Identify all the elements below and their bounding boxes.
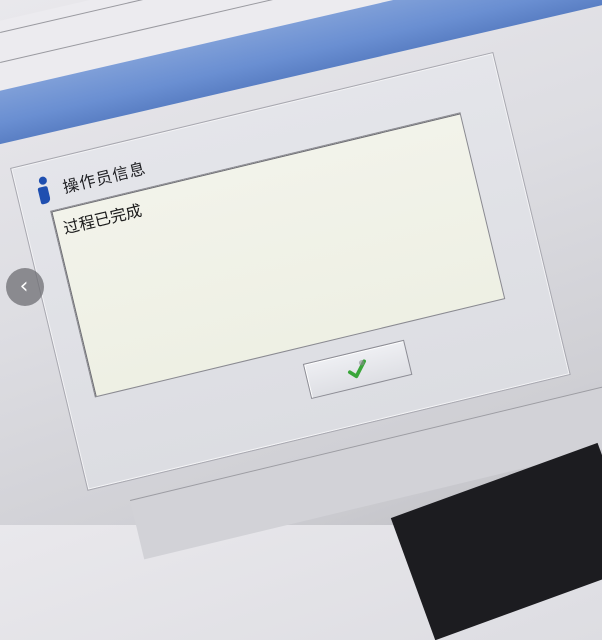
previous-image-button[interactable]: ‹: [6, 268, 44, 306]
ok-button[interactable]: [302, 339, 413, 400]
chevron-left-icon: ‹: [19, 274, 29, 299]
check-icon: [347, 359, 366, 379]
message-box: 过程已完成: [50, 112, 506, 398]
message-text: 过程已完成: [61, 200, 144, 238]
info-icon: [32, 175, 56, 206]
